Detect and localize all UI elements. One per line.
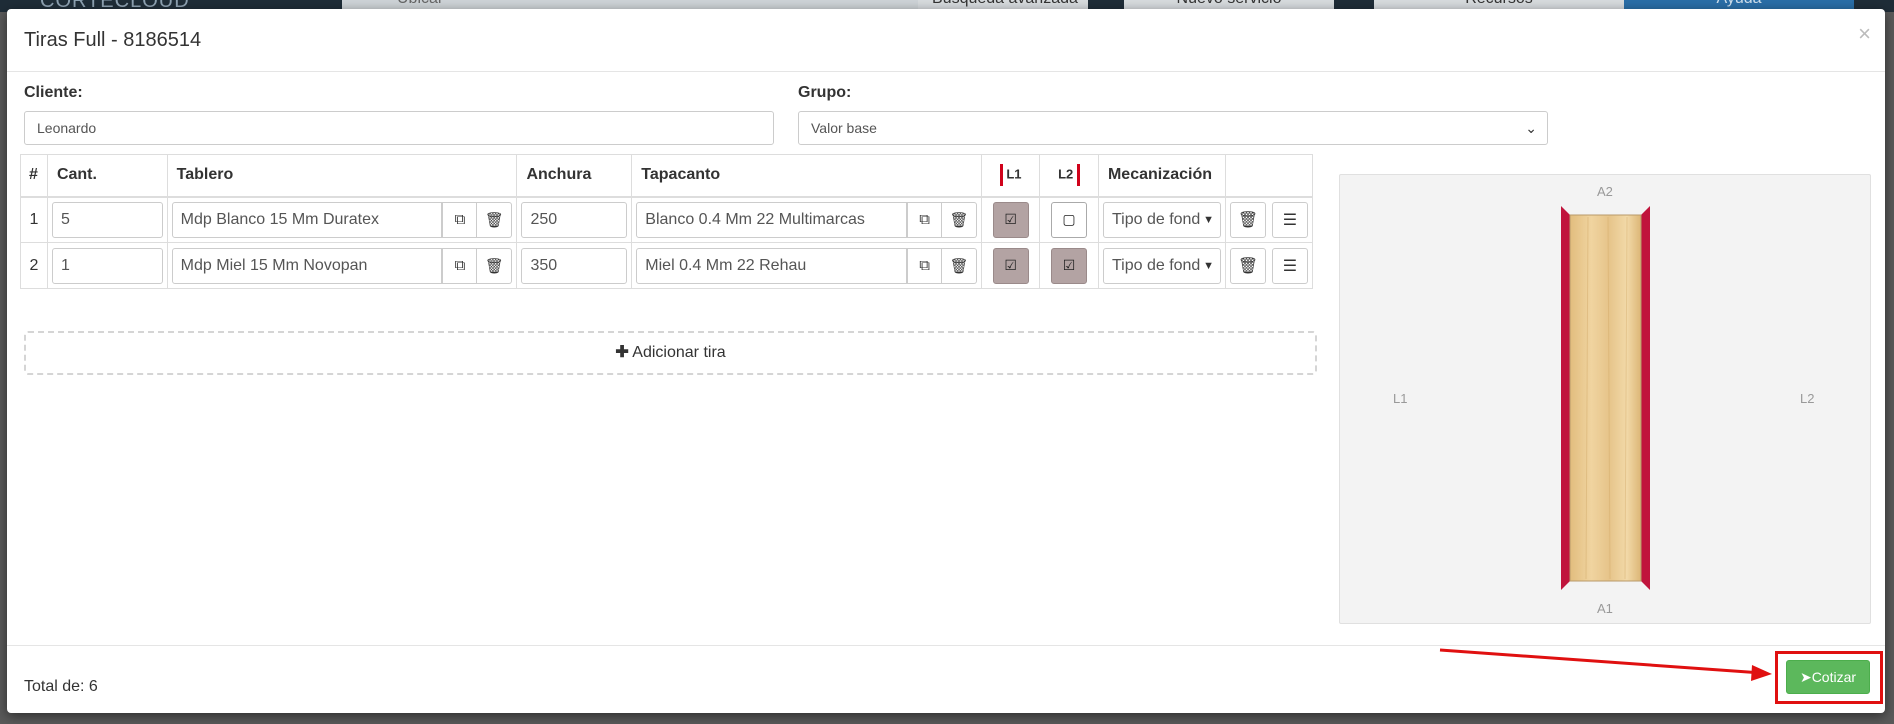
add-strip-button[interactable]: ✚ Adicionar tira [24, 331, 1317, 375]
header-l2-label: L2 [1058, 166, 1074, 182]
l2-edge-marker-icon [1076, 164, 1080, 187]
copy-edge-icon[interactable]: ⧉ [907, 247, 943, 284]
strips-table: # Cant. Tablero Anchura Tapacanto L1 L2 … [20, 154, 1314, 289]
header-l2: L2 [1039, 154, 1099, 198]
strip-drawing [1561, 206, 1650, 590]
menu-icon[interactable]: ☰ [1271, 247, 1308, 284]
client-input[interactable]: Leonardo [24, 111, 774, 145]
l1-checkbox[interactable]: ☑ [992, 201, 1029, 238]
table-row: 1 5 Mdp Blanco 15 Mm Duratex ⧉ 🗑 250 Bla… [20, 196, 1314, 243]
table-header-row: # Cant. Tablero Anchura Tapacanto L1 L2 … [20, 154, 1314, 198]
modal-footer: Total de: 6 ➤Cotizar [7, 645, 1885, 713]
group-select[interactable]: Valor base ⌄ [798, 111, 1548, 145]
delete-edge-icon[interactable]: 🗑 [942, 247, 978, 284]
edge-band-right [1641, 206, 1650, 590]
copy-edge-icon[interactable]: ⧉ [907, 201, 943, 238]
l2-checkbox[interactable]: ▢ [1051, 201, 1088, 238]
close-icon[interactable]: × [1858, 23, 1871, 45]
table-row: 2 1 Mdp Miel 15 Mm Novopan ⧉ 🗑 350 Miel … [20, 242, 1314, 289]
row-index: 2 [20, 242, 48, 289]
quote-button[interactable]: ➤Cotizar [1786, 660, 1870, 694]
copy-board-icon[interactable]: ⧉ [442, 201, 478, 238]
wood-strip [1570, 215, 1641, 581]
add-strip-label: Adicionar tira [632, 344, 726, 361]
header-l1: L1 [981, 154, 1041, 198]
delete-board-icon[interactable]: 🗑 [477, 247, 513, 284]
strip-modal: Tiras Full - 8186514 × Cliente: Leonardo… [7, 9, 1885, 713]
width-input[interactable]: 250 [521, 201, 628, 238]
edge-input[interactable]: Miel 0.4 Mm 22 Rehau [636, 247, 908, 284]
edge-input[interactable]: Blanco 0.4 Mm 22 Multimarcas [636, 201, 908, 238]
quote-button-label: Cotizar [1811, 669, 1857, 685]
board-input[interactable]: Mdp Miel 15 Mm Novopan [171, 247, 443, 284]
qty-input[interactable]: 5 [51, 201, 163, 238]
group-select-value: Valor base [811, 120, 877, 136]
l1-edge-marker-icon [999, 164, 1003, 187]
machining-select[interactable]: Tipo de fondo ▼ [1102, 247, 1221, 284]
l2-checkbox[interactable]: ☑ [1051, 247, 1088, 284]
width-input[interactable]: 350 [521, 247, 628, 284]
strip-preview-panel: A2 A1 L1 L2 [1339, 174, 1871, 624]
l1-checkbox[interactable]: ☑ [992, 247, 1029, 284]
plus-icon: ✚ [615, 344, 629, 361]
delete-edge-icon[interactable]: 🗑 [942, 201, 978, 238]
header-edge: Tapacanto [631, 154, 983, 198]
qty-input[interactable]: 1 [51, 247, 163, 284]
delete-row-icon[interactable]: 🗑 [1229, 247, 1266, 284]
delete-board-icon[interactable]: 🗑 [477, 201, 513, 238]
delete-row-icon[interactable]: 🗑 [1229, 201, 1266, 238]
caret-down-icon: ▼ [1201, 248, 1214, 283]
machining-value: Tipo de fondo [1111, 256, 1210, 274]
copy-board-icon[interactable]: ⧉ [442, 247, 478, 284]
caret-down-icon: ▼ [1201, 202, 1214, 237]
machining-value: Tipo de fondo [1111, 210, 1210, 228]
modal-header: Tiras Full - 8186514 × [7, 9, 1885, 72]
client-label: Cliente: [24, 84, 83, 101]
machining-select[interactable]: Tipo de fondo ▼ [1102, 201, 1221, 238]
menu-icon[interactable]: ☰ [1271, 201, 1308, 238]
group-label: Grupo: [798, 84, 852, 101]
header-board: Tablero [166, 154, 518, 198]
row-index: 1 [20, 196, 48, 243]
header-machining: Mecanización [1097, 154, 1226, 198]
modal-title: Tiras Full - 8186514 [24, 29, 202, 51]
header-actions [1224, 154, 1314, 198]
header-num: # [20, 154, 48, 198]
chevron-down-icon: ⌄ [1525, 120, 1537, 136]
header-l1-label: L1 [1006, 166, 1022, 182]
header-qty: Cant. [46, 154, 168, 198]
send-icon: ➤ [1799, 669, 1812, 685]
total-label: Total de: 6 [24, 678, 98, 695]
header-width: Anchura [516, 154, 633, 198]
edge-band-left [1561, 206, 1570, 590]
board-input[interactable]: Mdp Blanco 15 Mm Duratex [171, 201, 443, 238]
